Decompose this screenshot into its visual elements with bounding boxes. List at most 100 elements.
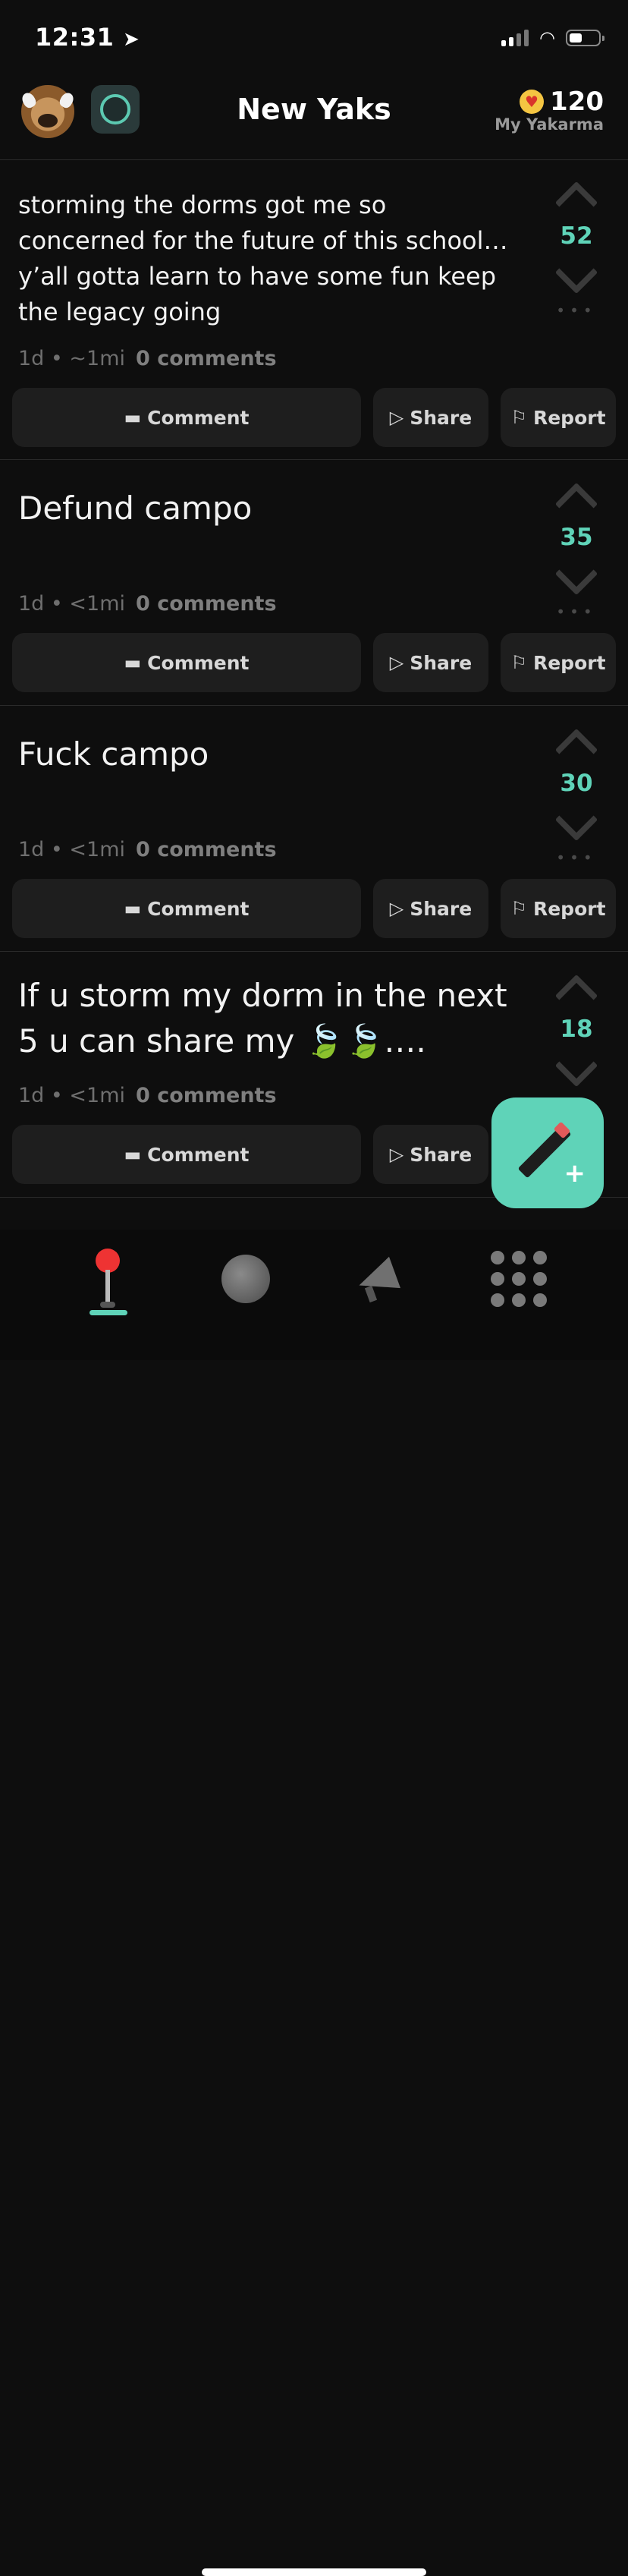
top-bar: New Yaks ♥ 120 My Yakarma [0, 76, 628, 159]
time-text: 12:31 [35, 23, 115, 52]
share-button[interactable]: ▷ Share [373, 879, 488, 938]
vote-count: 18 [560, 1016, 593, 1043]
joystick-base [100, 1302, 115, 1308]
wifi-icon: ◠ [539, 27, 555, 49]
upvote-button[interactable] [554, 181, 598, 225]
upvote-button[interactable] [554, 728, 598, 772]
post-actions: ▬ Comment ▷ Share ⚐ Report [12, 879, 616, 938]
comment-button[interactable]: ▬ Comment [12, 633, 361, 692]
share-button[interactable]: ▷ Share [373, 1125, 488, 1184]
post-meta: 1d • <1mi 0 comments [18, 838, 277, 861]
vote-control: 18 [545, 970, 608, 1088]
share-button-label: Share [410, 897, 473, 920]
comment-button[interactable]: ▬ Comment [12, 879, 361, 938]
post-card[interactable]: Fuck campo 30 ••• 1d • <1mi 0 comments ▬ C… [0, 706, 628, 951]
comment-button-label: Comment [147, 1143, 250, 1166]
downvote-button[interactable] [554, 798, 598, 842]
more-options-icon[interactable]: ••• [545, 603, 608, 621]
comment-button[interactable]: ▬ Comment [12, 1125, 361, 1184]
vote-count: 52 [560, 222, 593, 250]
post-card[interactable]: Defund campo 35 ••• 1d • <1mi 0 comments … [0, 460, 628, 705]
home-indicator [202, 2568, 426, 2576]
share-icon: ▷ [389, 1144, 404, 1165]
upvote-button[interactable] [554, 974, 598, 1018]
feed: storming the dorms got me so concerned f… [0, 159, 628, 1198]
globe-icon [221, 1255, 270, 1303]
signal-icon [501, 30, 529, 46]
comment-count[interactable]: 0 comments [136, 838, 277, 861]
share-button[interactable]: ▷ Share [373, 388, 488, 447]
yakarma-label: My Yakarma [495, 115, 604, 134]
comment-button-label: Comment [147, 897, 250, 920]
comment-button-label: Comment [147, 406, 250, 429]
post-meta: 1d • <1mi 0 comments [18, 1084, 277, 1107]
more-options-icon[interactable]: ••• [545, 849, 608, 867]
joystick-icon [93, 1249, 123, 1309]
post-meta: 1d • ~1mi 0 comments [18, 347, 277, 370]
share-button-label: Share [410, 651, 473, 674]
post-meta: 1d • <1mi 0 comments [18, 592, 277, 616]
post-text: Defund campo [18, 490, 253, 527]
tab-explore[interactable] [208, 1245, 284, 1313]
comment-count[interactable]: 0 comments [136, 592, 277, 616]
post-age-distance: 1d • ~1mi [18, 347, 126, 370]
status-bar: 12:31 ➤ ◠ [0, 0, 628, 76]
active-tab-indicator [89, 1310, 127, 1315]
upvote-button[interactable] [554, 482, 598, 526]
report-button[interactable]: ⚐ Report [501, 879, 616, 938]
more-options-icon[interactable]: ••• [545, 301, 608, 320]
comment-count[interactable]: 0 comments [136, 1084, 277, 1107]
post-card[interactable]: storming the dorms got me so concerned f… [0, 160, 628, 459]
status-icons: ◠ [501, 27, 604, 49]
report-button-label: Report [532, 406, 606, 429]
comment-icon: ▬ [124, 652, 142, 673]
comment-icon: ▬ [124, 898, 142, 919]
vote-count: 30 [560, 770, 593, 797]
location-arrow-icon: ➤ [123, 28, 140, 51]
vote-control: 52 ••• [545, 177, 608, 320]
report-button[interactable]: ⚐ Report [501, 633, 616, 692]
share-button-label: Share [410, 406, 473, 429]
share-button-label: Share [410, 1143, 473, 1166]
comment-button-label: Comment [147, 651, 250, 674]
grid-icon [491, 1251, 547, 1307]
downvote-button[interactable] [554, 250, 598, 294]
post-text: If u storm my dorm in the next 5 u can s… [18, 977, 507, 1060]
share-icon: ▷ [389, 407, 404, 428]
share-icon: ▷ [389, 898, 404, 919]
yakarma-button[interactable]: ♥ 120 My Yakarma [495, 87, 604, 134]
comment-button[interactable]: ▬ Comment [12, 388, 361, 447]
post-actions: ▬ Comment ▷ Share ⚐ Report [12, 388, 616, 447]
status-time: 12:31 ➤ [35, 23, 140, 52]
report-button-label: Report [532, 897, 606, 920]
report-button[interactable]: ⚐ Report [501, 388, 616, 447]
comment-icon: ▬ [124, 1144, 142, 1165]
vote-control: 30 ••• [545, 724, 608, 867]
tab-notifications[interactable] [341, 1245, 417, 1313]
post-age-distance: 1d • <1mi [18, 592, 126, 616]
share-icon: ▷ [389, 652, 404, 673]
heart-icon: ♥ [520, 90, 545, 114]
comment-count[interactable]: 0 comments [136, 347, 277, 370]
downvote-button[interactable] [554, 552, 598, 596]
report-flag-icon: ⚐ [510, 652, 527, 673]
vote-control: 35 ••• [545, 478, 608, 621]
yakarma-count: 120 [550, 87, 604, 117]
tab-more[interactable] [481, 1245, 557, 1313]
downvote-button[interactable] [554, 1044, 598, 1088]
comment-icon: ▬ [124, 407, 142, 428]
megaphone-cone [353, 1256, 401, 1302]
megaphone-icon [352, 1256, 407, 1303]
share-button[interactable]: ▷ Share [373, 633, 488, 692]
post-text: Fuck campo [18, 735, 209, 773]
plus-icon: + [564, 1158, 586, 1189]
tab-home[interactable] [70, 1245, 146, 1313]
new-post-button[interactable]: + [491, 1097, 604, 1208]
post-actions: ▬ Comment ▷ Share ⚐ Report [12, 633, 616, 692]
post-age-distance: 1d • <1mi [18, 838, 126, 861]
post-text: storming the dorms got me so concerned f… [18, 191, 508, 326]
post-age-distance: 1d • <1mi [18, 1084, 126, 1107]
vote-count: 35 [560, 524, 593, 551]
report-flag-icon: ⚐ [510, 407, 527, 428]
tab-bar [0, 1230, 628, 2576]
